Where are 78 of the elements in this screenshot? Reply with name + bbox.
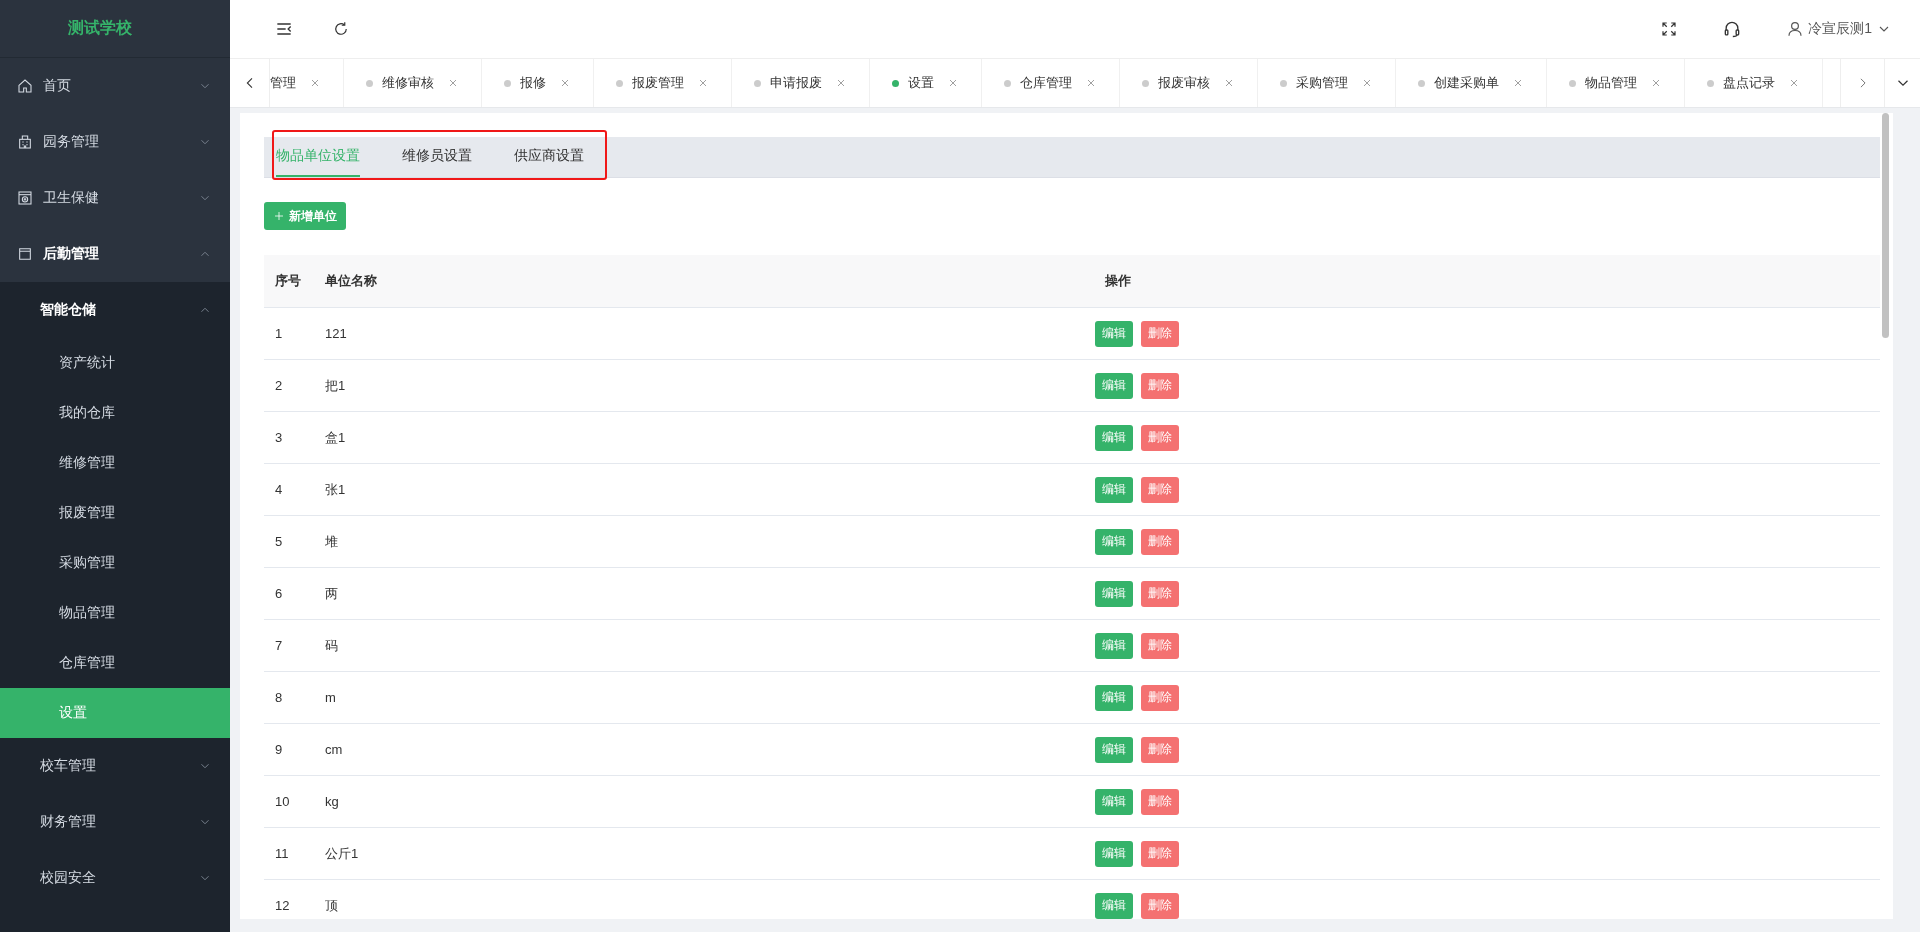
page-tab[interactable]: 采购管理 xyxy=(1258,59,1396,107)
tray-icon xyxy=(17,246,33,262)
table-cell: 4 xyxy=(264,463,325,516)
sidebar-item[interactable]: 后勤管理 xyxy=(0,226,230,282)
table-cell: kg xyxy=(325,775,1095,828)
table-cell: 两 xyxy=(325,567,1095,620)
table-cell: 7 xyxy=(264,619,325,672)
sidebar-item[interactable]: 园务管理 xyxy=(0,114,230,170)
plus-icon xyxy=(273,210,285,222)
sidebar-item[interactable]: 首页 xyxy=(0,58,230,114)
table-cell: cm xyxy=(325,723,1095,776)
sidebar-item[interactable]: 资产统计 xyxy=(0,338,230,388)
table-cell: 6 xyxy=(264,567,325,620)
table-cell: 11 xyxy=(264,827,325,880)
table-cell: 1 xyxy=(264,307,325,360)
column-header: 操作 xyxy=(1095,255,1880,308)
table-cell: 2 xyxy=(264,359,325,412)
sidebar-item[interactable]: 校园安全 xyxy=(0,850,230,906)
page-tab[interactable]: 物品管理 xyxy=(1547,59,1685,107)
table-cell: 盒1 xyxy=(325,411,1095,464)
school-logo-text: 测试学校 xyxy=(0,0,230,58)
column-header: 序号 xyxy=(264,255,325,308)
close-icon[interactable] xyxy=(1085,77,1097,89)
house-icon xyxy=(17,78,33,94)
sidebar-item[interactable]: 财务管理 xyxy=(0,794,230,850)
sidebar-item[interactable]: 物品管理 xyxy=(0,588,230,638)
sidebar-item[interactable]: 维修管理 xyxy=(0,438,230,488)
close-icon[interactable] xyxy=(697,77,709,89)
sidebar-item[interactable]: 报废管理 xyxy=(0,488,230,538)
page-tab[interactable]: 管理 xyxy=(270,59,344,107)
user-menu[interactable]: 冷宣辰测1 xyxy=(1786,20,1892,38)
table-cell: 9 xyxy=(264,723,325,776)
sub-tab[interactable]: 供应商设置 xyxy=(514,137,584,177)
close-icon[interactable] xyxy=(835,77,847,89)
sidebar-item[interactable]: 校车管理 xyxy=(0,738,230,794)
close-icon[interactable] xyxy=(447,77,459,89)
refresh-icon[interactable] xyxy=(332,20,350,38)
sub-tab[interactable]: 维修员设置 xyxy=(402,137,472,177)
close-icon[interactable] xyxy=(1223,77,1235,89)
page-tab[interactable]: 盘点记录 xyxy=(1685,59,1823,107)
close-icon[interactable] xyxy=(1512,77,1524,89)
table-cell: 8 xyxy=(264,671,325,724)
user-icon xyxy=(1786,20,1805,38)
page-tab[interactable]: 报废管理 xyxy=(594,59,732,107)
close-icon[interactable] xyxy=(1361,77,1373,89)
table-cell: 把1 xyxy=(325,359,1095,412)
close-icon[interactable] xyxy=(1788,77,1800,89)
scrollbar-thumb[interactable] xyxy=(1882,113,1889,338)
close-icon[interactable] xyxy=(947,77,959,89)
page-tab[interactable]: 仓库管理 xyxy=(982,59,1120,107)
table-cell: 公斤1 xyxy=(325,827,1095,880)
table-cell: 码 xyxy=(325,619,1095,672)
fullscreen-icon[interactable] xyxy=(1660,20,1679,38)
column-header: 单位名称 xyxy=(325,255,1095,308)
table-cell: 12 xyxy=(264,879,325,919)
sidebar-item[interactable]: 采购管理 xyxy=(0,538,230,588)
close-icon[interactable] xyxy=(1650,77,1662,89)
table-cell: 10 xyxy=(264,775,325,828)
table-cell: 堆 xyxy=(325,515,1095,568)
close-icon[interactable] xyxy=(309,77,321,89)
sidebar-item[interactable]: 智能仓储 xyxy=(0,282,230,338)
page-tab[interactable]: 报废审核 xyxy=(1120,59,1258,107)
table-cell: 3 xyxy=(264,411,325,464)
table-cell: 121 xyxy=(325,307,1095,360)
page-tab[interactable]: 报修 xyxy=(482,59,594,107)
sidebar-item[interactable]: 卫生保健 xyxy=(0,170,230,226)
building-icon xyxy=(17,134,33,150)
close-icon[interactable] xyxy=(559,77,571,89)
sidebar-item[interactable]: 我的仓库 xyxy=(0,388,230,438)
page-tab[interactable]: 设置 xyxy=(870,59,982,107)
table-cell: 张1 xyxy=(325,463,1095,516)
page-tab[interactable]: 创建采购单 xyxy=(1396,59,1547,107)
table-cell: 5 xyxy=(264,515,325,568)
medical-box-icon xyxy=(17,190,33,206)
page-tab[interactable]: 申请报废 xyxy=(732,59,870,107)
table-cell: m xyxy=(325,671,1095,724)
page-tab[interactable]: 维修审核 xyxy=(344,59,482,107)
sidebar-item[interactable]: 仓库管理 xyxy=(0,638,230,688)
